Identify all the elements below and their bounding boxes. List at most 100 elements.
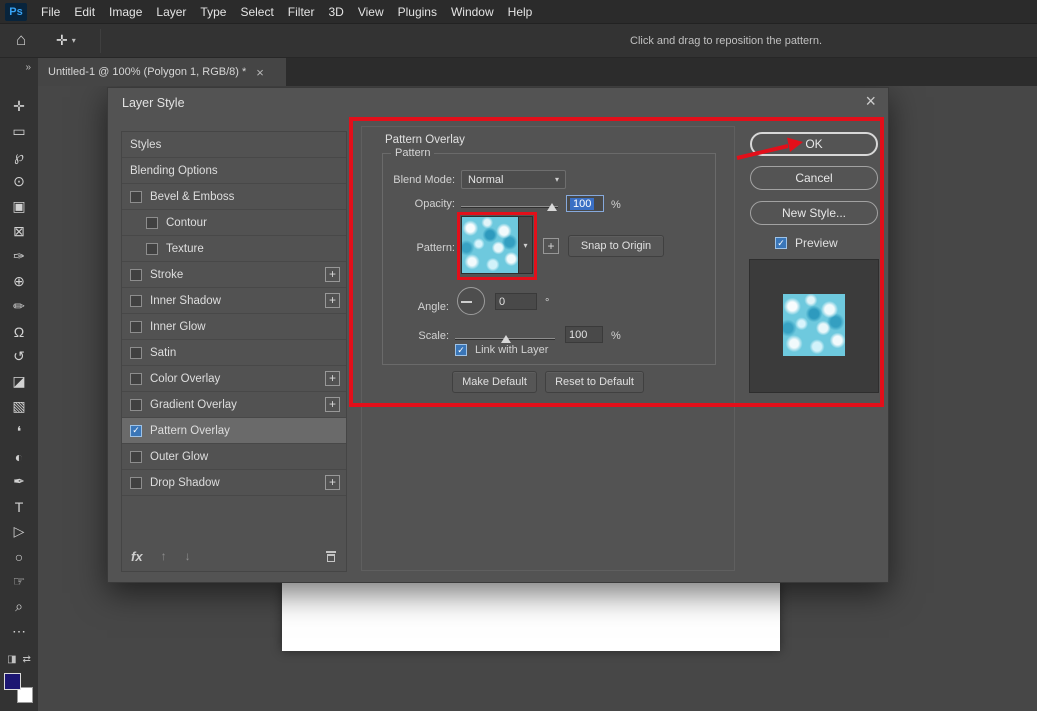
style-item-contour[interactable]: Contour	[122, 210, 346, 236]
add-effect-instance-button[interactable]: +	[325, 475, 340, 490]
quick-mask-icon[interactable]: ◨	[7, 654, 16, 665]
add-effect-instance-button[interactable]: +	[325, 397, 340, 412]
frame-tool[interactable]: ⊠	[0, 219, 38, 244]
menu-view[interactable]: View	[358, 5, 384, 19]
opacity-input[interactable]: 100	[566, 195, 604, 212]
style-item-inner-shadow[interactable]: Inner Shadow+	[122, 288, 346, 314]
foreground-color-swatch[interactable]	[4, 673, 21, 690]
style-item-checkbox[interactable]	[130, 191, 142, 203]
cancel-button[interactable]: Cancel	[750, 166, 878, 190]
move-tool[interactable]: ✛	[0, 94, 38, 119]
crop-tool[interactable]: ▣	[0, 194, 38, 219]
pattern-picker-chevron-icon[interactable]: ▾	[519, 216, 533, 274]
clone-stamp-tool[interactable]: Ω	[0, 319, 38, 344]
blur-tool[interactable]: ❛	[0, 419, 38, 444]
style-item-checkbox[interactable]	[146, 217, 158, 229]
active-tool-preset[interactable]: ✛ ▾	[56, 32, 76, 49]
tab-close-icon[interactable]: ×	[256, 65, 264, 80]
pen-tool[interactable]: ✒	[0, 469, 38, 494]
eyedropper-tool[interactable]: ✑	[0, 244, 38, 269]
style-item-checkbox[interactable]: ✓	[130, 425, 142, 437]
menu-filter[interactable]: Filter	[288, 5, 315, 19]
style-item-checkbox[interactable]	[130, 451, 142, 463]
style-item-bevel-emboss[interactable]: Bevel & Emboss	[122, 184, 346, 210]
style-item-drop-shadow[interactable]: Drop Shadow+	[122, 470, 346, 496]
ok-button[interactable]: OK	[750, 132, 878, 156]
angle-input[interactable]: 0	[495, 293, 537, 310]
add-effect-instance-button[interactable]: +	[325, 371, 340, 386]
healing-brush-tool[interactable]: ⊕	[0, 269, 38, 294]
collapse-panel-icon[interactable]: »	[25, 62, 31, 73]
move-effect-down-icon[interactable]: ↓	[185, 549, 191, 563]
gradient-tool[interactable]: ▧	[0, 394, 38, 419]
style-item-stroke[interactable]: Stroke+	[122, 262, 346, 288]
menu-file[interactable]: File	[41, 5, 60, 19]
menu-select[interactable]: Select	[240, 5, 273, 19]
hand-tool[interactable]: ☞	[0, 569, 38, 594]
menu-image[interactable]: Image	[109, 5, 142, 19]
scale-input[interactable]: 100	[565, 326, 603, 343]
style-item-checkbox[interactable]	[146, 243, 158, 255]
delete-effect-icon[interactable]	[325, 549, 337, 563]
style-item-checkbox[interactable]	[130, 321, 142, 333]
new-pattern-button[interactable]: +	[543, 238, 559, 254]
reset-to-default-button[interactable]: Reset to Default	[545, 371, 644, 393]
style-item-checkbox[interactable]	[130, 399, 142, 411]
fx-icon[interactable]: fx	[131, 549, 143, 564]
zoom-tool[interactable]: ⌕	[0, 594, 38, 619]
add-effect-instance-button[interactable]: +	[325, 267, 340, 282]
scale-slider[interactable]	[455, 338, 555, 340]
style-item-inner-glow[interactable]: Inner Glow	[122, 314, 346, 340]
edit-toolbar-ellipsis[interactable]: ⋯	[0, 619, 38, 644]
style-item-pattern-overlay[interactable]: ✓Pattern Overlay	[122, 418, 346, 444]
menu-type[interactable]: Type	[200, 5, 226, 19]
style-item-outer-glow[interactable]: Outer Glow	[122, 444, 346, 470]
add-effect-instance-button[interactable]: +	[325, 293, 340, 308]
eraser-tool[interactable]: ◪	[0, 369, 38, 394]
angle-dial[interactable]	[457, 287, 485, 315]
brush-tool[interactable]: ✏	[0, 294, 38, 319]
style-item-checkbox[interactable]	[130, 477, 142, 489]
style-item-gradient-overlay[interactable]: Gradient Overlay+	[122, 392, 346, 418]
link-with-layer-checkbox[interactable]: ✓	[455, 344, 467, 356]
blend-mode-select[interactable]: Normal ▾	[461, 170, 566, 189]
style-item-satin[interactable]: Satin	[122, 340, 346, 366]
rectangular-marquee-tool[interactable]: ▭	[0, 119, 38, 144]
menu-3d[interactable]: 3D	[328, 5, 343, 19]
move-effect-up-icon[interactable]: ↑	[161, 549, 167, 563]
style-item-checkbox[interactable]	[130, 347, 142, 359]
opacity-slider[interactable]	[461, 206, 558, 208]
style-item-styles[interactable]: Styles	[122, 132, 346, 158]
path-selection-tool[interactable]: ▷	[0, 519, 38, 544]
type-tool[interactable]: T	[0, 494, 38, 519]
dialog-close-icon[interactable]: ×	[865, 91, 876, 112]
lasso-tool[interactable]: ℘	[0, 144, 38, 169]
menu-layer[interactable]: Layer	[156, 5, 186, 19]
style-item-checkbox[interactable]	[130, 269, 142, 281]
canvas-document[interactable]	[282, 583, 780, 651]
swap-colors-icon[interactable]: ⇄	[23, 654, 31, 665]
dodge-tool[interactable]: ◐	[0, 444, 38, 469]
preview-checkbox[interactable]: ✓	[775, 237, 787, 249]
menu-plugins[interactable]: Plugins	[398, 5, 437, 19]
style-item-blending-options[interactable]: Blending Options	[122, 158, 346, 184]
style-item-color-overlay[interactable]: Color Overlay+	[122, 366, 346, 392]
new-style-button[interactable]: New Style...	[750, 201, 878, 225]
menu-edit[interactable]: Edit	[74, 5, 95, 19]
menu-window[interactable]: Window	[451, 5, 494, 19]
document-tab[interactable]: Untitled-1 @ 100% (Polygon 1, RGB/8) * ×	[38, 58, 286, 86]
quick-selection-tool[interactable]: ⊙	[0, 169, 38, 194]
make-default-button[interactable]: Make Default	[452, 371, 537, 393]
menu-help[interactable]: Help	[508, 5, 533, 19]
color-swatches[interactable]	[4, 673, 36, 703]
style-item-texture[interactable]: Texture	[122, 236, 346, 262]
snap-to-origin-button[interactable]: Snap to Origin	[568, 235, 664, 257]
pattern-swatch[interactable]	[461, 216, 519, 274]
style-item-checkbox[interactable]	[130, 373, 142, 385]
ellipse-tool[interactable]: ○	[0, 544, 38, 569]
history-brush-tool[interactable]: ↺	[0, 344, 38, 369]
opacity-slider-thumb[interactable]	[547, 203, 557, 211]
home-icon[interactable]: ⌂	[16, 30, 26, 50]
scale-slider-thumb[interactable]	[501, 335, 511, 343]
style-item-checkbox[interactable]	[130, 295, 142, 307]
